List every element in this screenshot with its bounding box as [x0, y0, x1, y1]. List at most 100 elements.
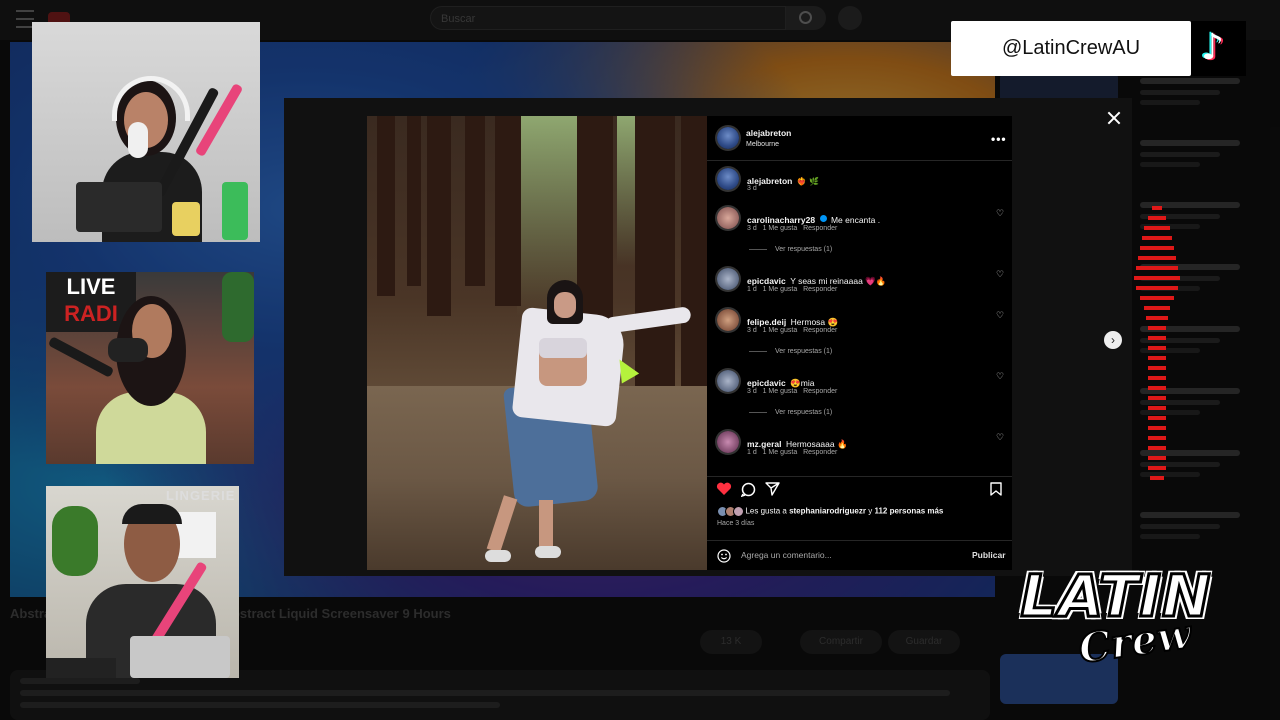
comment-composer: Agrega un comentario... Publicar [707, 540, 1012, 571]
meter-bar [1148, 416, 1166, 420]
share-send-icon[interactable] [765, 482, 780, 496]
commenter-avatar[interactable] [717, 370, 739, 392]
comment-likes[interactable]: 1 Me gusta [763, 327, 798, 334]
tree-trunk [465, 116, 485, 286]
reply-button[interactable]: Responder [803, 449, 837, 456]
meter-bar [1150, 476, 1164, 480]
comment-username[interactable]: epicdavic [747, 276, 786, 286]
comment-likes[interactable]: 1 Me gusta [763, 388, 798, 395]
view-replies-button[interactable]: Ver respuestas (1) [749, 246, 832, 253]
view-replies-button[interactable]: Ver respuestas (1) [749, 348, 832, 355]
view-replies-label: Ver respuestas (1) [775, 348, 833, 355]
tiktok-logo-icon: ♪ [1191, 21, 1246, 76]
comment-meta: 3 d 1 Me gusta Responder [747, 327, 837, 334]
meter-bar [1148, 436, 1166, 440]
comment-likes[interactable]: 1 Me gusta [763, 225, 798, 232]
comment-meta: 1 d 1 Me gusta Responder [747, 286, 837, 293]
author-avatar[interactable] [717, 127, 739, 149]
replies-line [749, 350, 767, 352]
view-replies-button[interactable]: Ver respuestas (1) [749, 409, 832, 416]
reply-button[interactable]: Responder [803, 327, 837, 334]
author-username[interactable]: alejabreton [746, 128, 791, 138]
meter-bar [1148, 216, 1166, 220]
comment-meta: 1 d 1 Me gusta Responder [747, 449, 837, 456]
comment-bubble-icon[interactable] [741, 482, 756, 497]
meter-bar [1152, 206, 1162, 210]
reply-button[interactable]: Responder [803, 225, 837, 232]
post-header: alejabreton Melbourne ••• [707, 116, 1012, 161]
meter-bar [1142, 236, 1172, 240]
commenter-avatar[interactable] [717, 207, 739, 229]
emoji-picker-icon[interactable] [717, 549, 731, 563]
more-options-icon[interactable]: ••• [991, 132, 1007, 146]
post-date: Hace 3 días [717, 520, 755, 527]
lingerie-sign-text: LINGERIE [166, 488, 236, 503]
qr-code [176, 512, 216, 558]
reply-button[interactable]: Responder [803, 286, 837, 293]
tree-trunk [427, 116, 451, 316]
meter-bar [1140, 246, 1174, 250]
comment-time: 3 d [747, 327, 757, 334]
meter-bar [1148, 456, 1166, 460]
meter-bar [1148, 386, 1166, 390]
reply-button[interactable]: Responder [803, 388, 837, 395]
meter-bar [1148, 466, 1166, 470]
comment-meta: 3 d 1 Me gusta Responder [747, 388, 837, 395]
like-comment-heart-icon[interactable] [996, 433, 1004, 444]
replies-line [749, 411, 767, 413]
view-replies-label: Ver respuestas (1) [775, 246, 833, 253]
like-comment-heart-icon[interactable] [996, 209, 1004, 220]
post-photo[interactable] [367, 116, 707, 570]
person-shoe [535, 546, 561, 558]
meter-bar [1138, 256, 1176, 260]
commenter-avatar[interactable] [717, 268, 739, 290]
comment-username[interactable]: felipe.deij [747, 317, 786, 327]
meter-bar [1140, 296, 1174, 300]
post-side-panel: alejabreton Melbourne ••• alejabreton ❤️… [707, 116, 1012, 570]
post-location[interactable]: Melbourne [746, 141, 779, 148]
meter-bar [1134, 276, 1180, 280]
tiktok-handle-badge: @LatinCrewAU [951, 21, 1191, 76]
likes-joiner: y [868, 506, 873, 516]
tiktok-handle: @LatinCrewAU [1001, 37, 1141, 59]
commenter-avatar[interactable] [717, 431, 739, 453]
headphones-icon [112, 76, 190, 121]
comment-text: 😍mia [790, 378, 815, 388]
commenter-avatar[interactable] [717, 309, 739, 331]
caption-time: 3 d [747, 185, 757, 192]
like-comment-heart-icon[interactable] [996, 270, 1004, 281]
likes-user[interactable]: stephaniarodriguezr [789, 507, 866, 516]
meter-bar [1148, 346, 1166, 350]
host-hair [122, 504, 182, 524]
comment-text: Me encanta . [830, 215, 881, 225]
meter-bar [1148, 406, 1166, 410]
meter-bar [1148, 426, 1166, 430]
comment-likes[interactable]: 1 Me gusta [763, 286, 798, 293]
like-comment-heart-icon[interactable] [996, 372, 1004, 383]
comment-likes[interactable]: 1 Me gusta [763, 449, 798, 456]
meter-bar [1136, 286, 1178, 290]
like-comment-heart-icon[interactable] [996, 311, 1004, 322]
meter-bar [1148, 356, 1166, 360]
likes-count[interactable]: 112 personas más [874, 507, 943, 516]
comment-username[interactable]: epicdavic [747, 378, 786, 388]
likes-summary: Les gusta a stephaniarodriguezr y 112 pe… [717, 506, 1007, 517]
comment-username[interactable]: carolinacharry28 [747, 215, 815, 225]
publish-button[interactable]: Publicar [972, 550, 1006, 560]
comment-input[interactable]: Agrega un comentario... [741, 550, 832, 560]
bookmark-icon[interactable] [990, 482, 1002, 496]
person-top [539, 338, 587, 358]
comment-time: 1 d [747, 286, 757, 293]
like-heart-icon[interactable] [716, 482, 732, 496]
meter-bar [1136, 266, 1178, 270]
next-post-button[interactable]: › [1104, 331, 1122, 349]
comment-time: 3 d [747, 225, 757, 232]
comment-username[interactable]: mz.geral [747, 439, 782, 449]
close-icon[interactable] [1106, 110, 1122, 126]
laptop [130, 636, 230, 678]
replies-line [749, 248, 767, 250]
meter-bar [1144, 226, 1170, 230]
tree-trunk [407, 116, 421, 286]
mic-arm [47, 336, 115, 378]
author-avatar[interactable] [717, 168, 739, 190]
